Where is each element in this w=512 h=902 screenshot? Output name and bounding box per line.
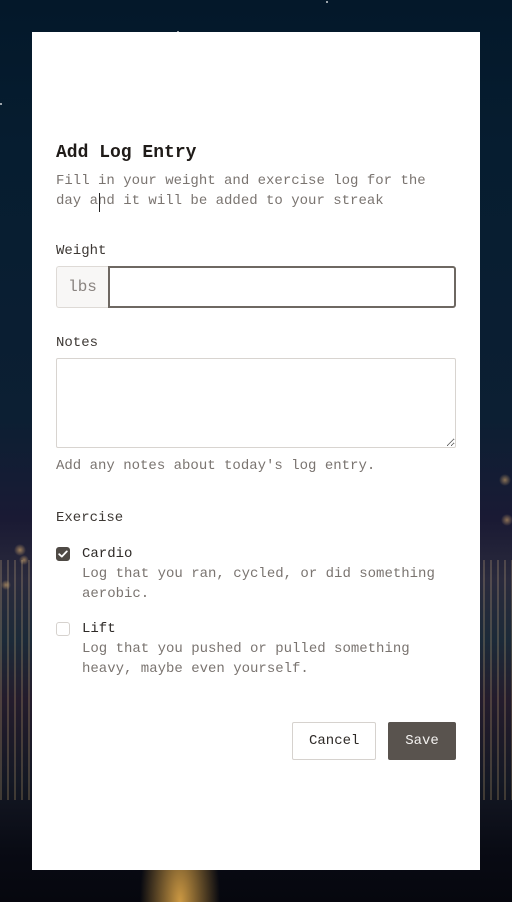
notes-textarea[interactable] [56, 358, 456, 448]
check-icon [58, 550, 68, 558]
notes-label: Notes [56, 335, 99, 351]
cancel-button[interactable]: Cancel [292, 722, 376, 760]
add-log-entry-dialog: Add Log Entry Fill in your weight and ex… [32, 32, 480, 870]
lift-title: Lift [82, 621, 116, 637]
dialog-actions: Cancel Save [292, 722, 456, 760]
weight-unit-addon: lbs [56, 266, 108, 308]
lift-checkbox[interactable] [56, 622, 70, 636]
dialog-subtitle: Fill in your weight and exercise log for… [56, 173, 426, 209]
weight-input[interactable] [108, 266, 456, 308]
exercise-option-cardio[interactable]: Cardio Log that you ran, cycled, or did … [56, 545, 456, 604]
cardio-checkbox[interactable] [56, 547, 70, 561]
exercise-label: Exercise [56, 510, 124, 526]
lift-description: Log that you pushed or pulled something … [82, 641, 410, 677]
save-button[interactable]: Save [388, 722, 456, 760]
background-star [0, 103, 2, 105]
cardio-description: Log that you ran, cycled, or did somethi… [82, 566, 435, 602]
notes-help-text: Add any notes about today's log entry. [56, 458, 376, 474]
weight-label: Weight [56, 243, 107, 259]
background-star [326, 1, 328, 3]
cardio-title: Cardio [82, 546, 133, 562]
weight-input-group: lbs [56, 266, 456, 308]
text-cursor [99, 193, 100, 212]
exercise-option-lift[interactable]: Lift Log that you pushed or pulled somet… [56, 620, 456, 679]
dialog-title: Add Log Entry [56, 143, 197, 163]
